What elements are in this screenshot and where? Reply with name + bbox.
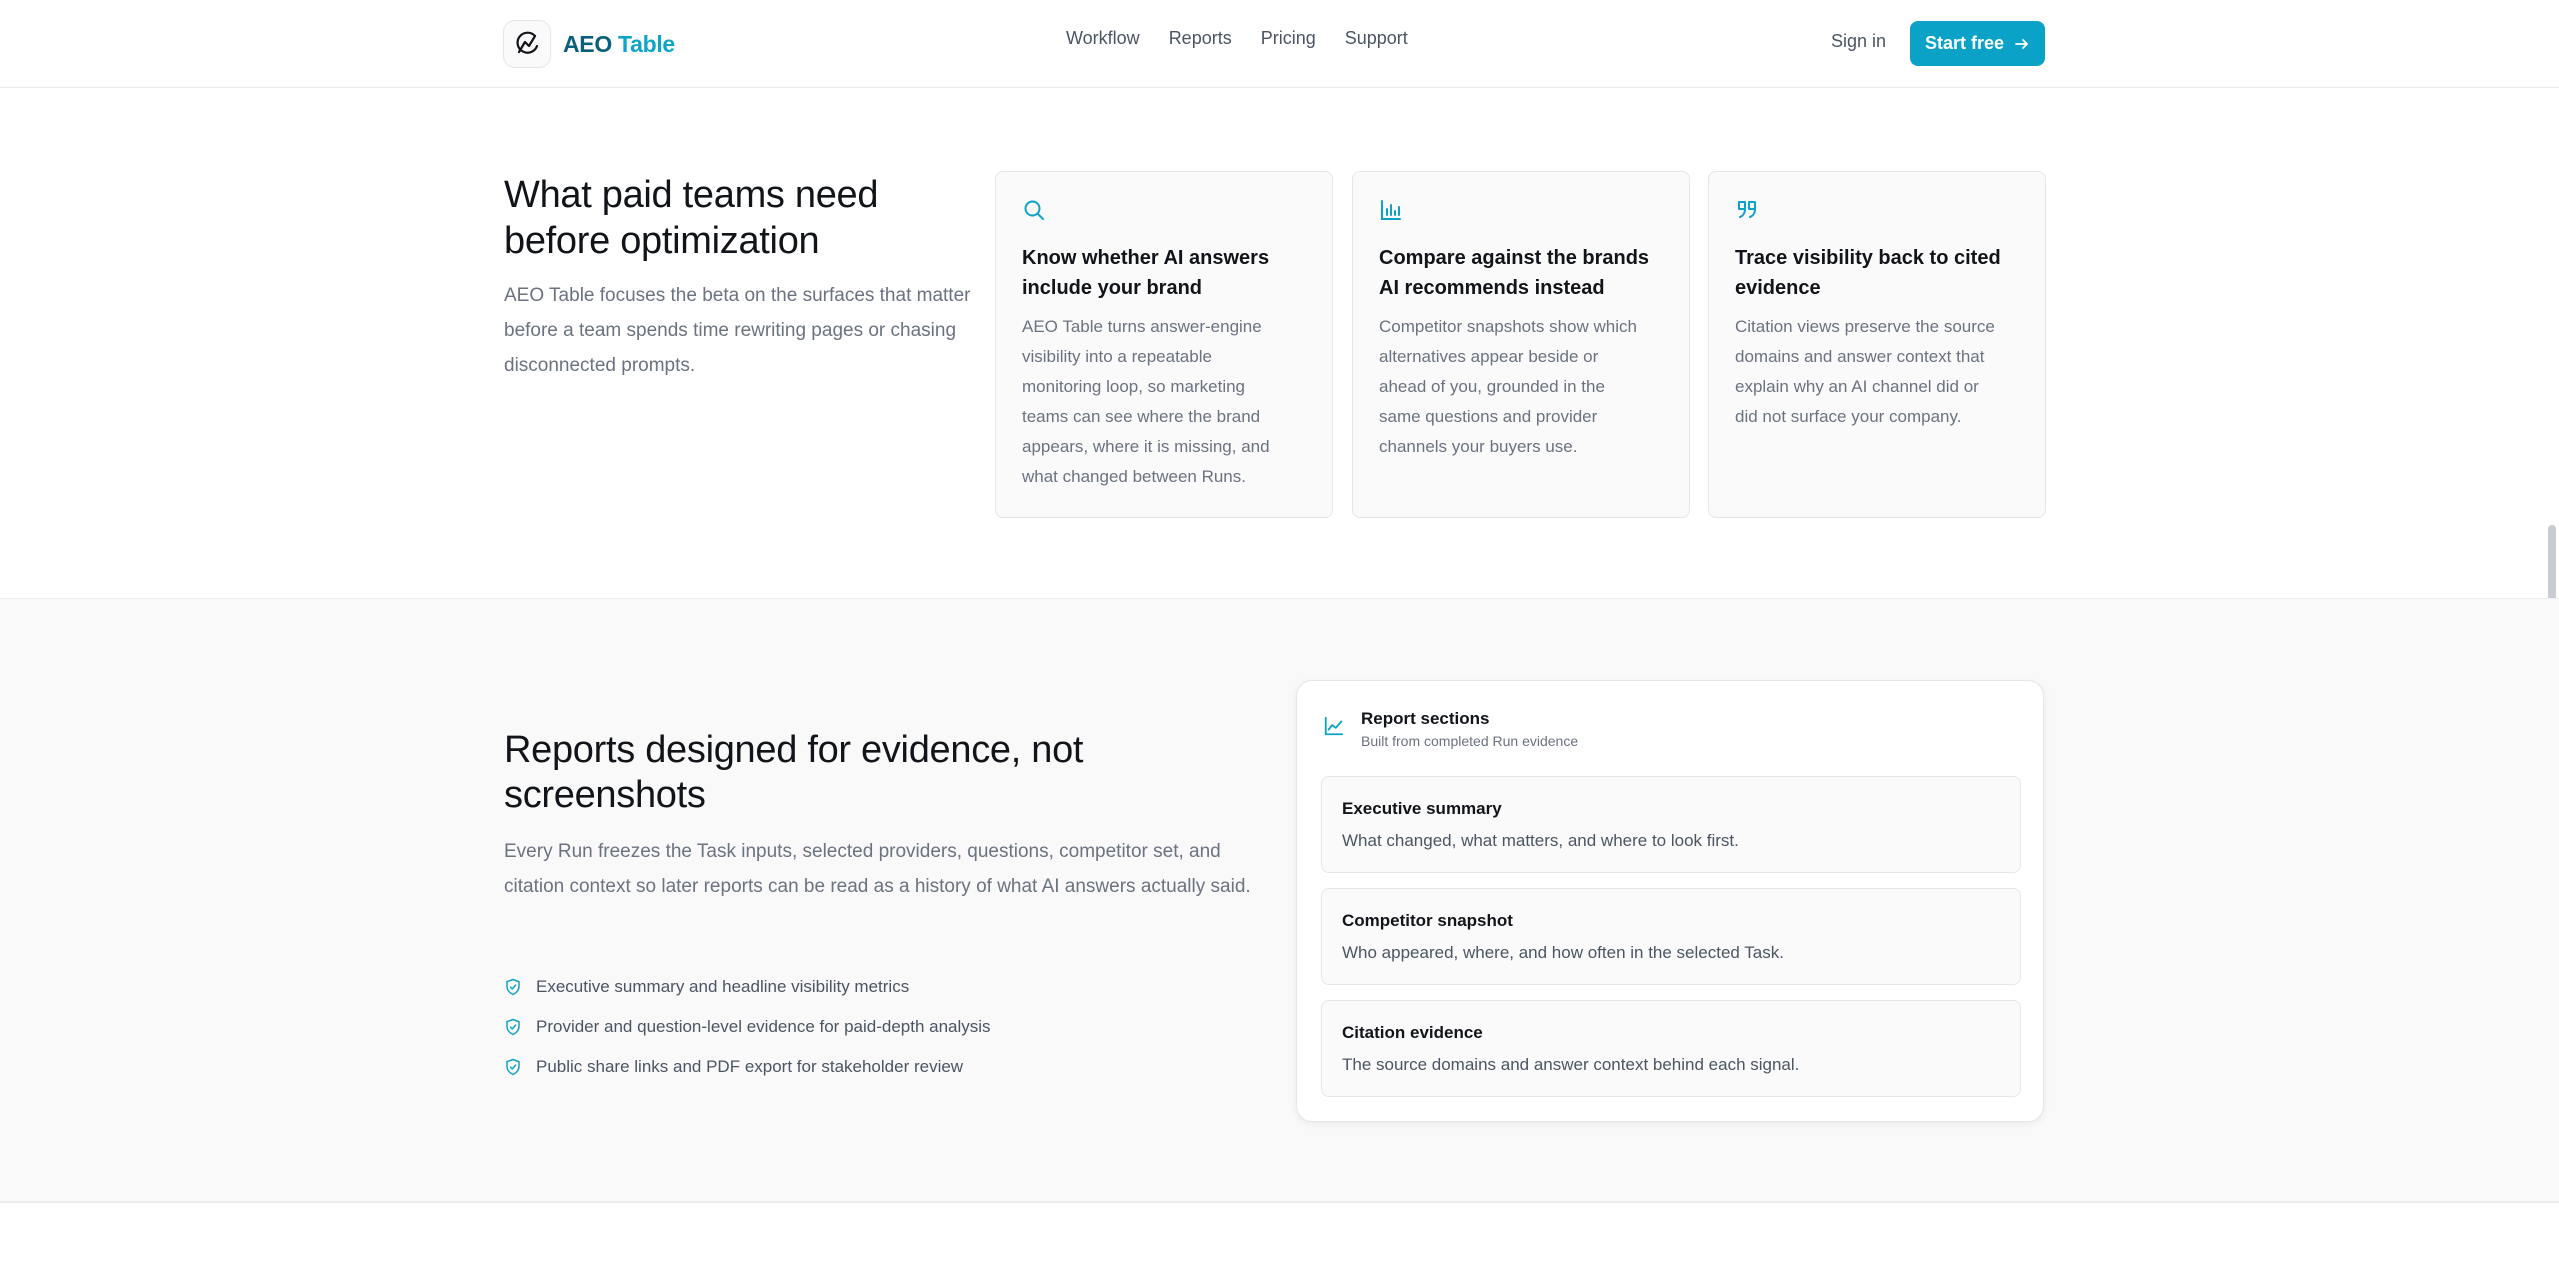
report-section-item: Citation evidence The source domains and… [1321, 1000, 2021, 1097]
report-section-title: Competitor snapshot [1342, 911, 1513, 930]
sign-in-link[interactable]: Sign in [1831, 31, 1886, 52]
feature-card-competitors: Compare against the brands AI recommends… [1352, 171, 1690, 518]
nav-reports[interactable]: Reports [1169, 28, 1232, 49]
main-nav: Workflow Reports Pricing Support [1066, 28, 1408, 49]
reports-section [0, 598, 2559, 1202]
card-title: Know whether AI answers include your bra… [1022, 247, 1270, 299]
logo-text: AEO Table [563, 30, 675, 57]
checklist-item: Executive summary and headline visibilit… [504, 967, 991, 1007]
report-section-item: Competitor snapshot Who appeared, where,… [1321, 888, 2021, 985]
shield-check-icon [506, 978, 520, 996]
line-chart-icon [1324, 716, 1344, 736]
card-body: AEO Table turns answer-engine visibility… [1022, 317, 1270, 486]
feature-card-brand: Know whether AI answers include your bra… [995, 171, 1333, 518]
start-free-label: Start free [1924, 33, 2005, 53]
report-section-desc: The source domains and answer context be… [1342, 1055, 1800, 1074]
panel-title: Report sections [1361, 709, 1490, 728]
quote-icon [1738, 201, 1756, 218]
section-divider [0, 1202, 2559, 1203]
report-section-title: Executive summary [1342, 799, 1502, 818]
bar-chart-icon [1381, 200, 1401, 220]
section-title-paid-teams: What paid teams need before optimization [504, 174, 879, 262]
feature-card-citations: Trace visibility back to cited evidence … [1708, 171, 2046, 518]
card-title: Trace visibility back to cited evidence [1735, 247, 2001, 299]
report-sections-panel: Report sections Built from completed Run… [1296, 680, 2044, 1122]
feature-checklist: Executive summary and headline visibilit… [504, 967, 991, 1087]
card-title: Compare against the brands AI recommends… [1379, 247, 1650, 299]
nav-support[interactable]: Support [1345, 28, 1408, 49]
checklist-item: Provider and question-level evidence for… [504, 1007, 991, 1047]
section-description: AEO Table focuses the beta on the surfac… [504, 285, 971, 376]
logo-link[interactable]: AEO Table [503, 20, 675, 68]
checklist-text: Public share links and PDF export for st… [536, 1057, 964, 1076]
report-section-desc: What changed, what matters, and where to… [1342, 831, 1739, 850]
checklist-text: Provider and question-level evidence for… [536, 1017, 991, 1036]
panel-header: Report sections Built from completed Run… [1323, 709, 1578, 749]
nav-pricing[interactable]: Pricing [1261, 28, 1316, 49]
card-body: Citation views preserve the source domai… [1735, 317, 1995, 426]
shield-check-icon [506, 1018, 520, 1036]
nav-workflow[interactable]: Workflow [1066, 28, 1140, 49]
shield-check-icon [506, 1058, 520, 1076]
card-body: Competitor snapshots show which alternat… [1379, 317, 1637, 456]
section-title-reports: Reports designed for evidence, not scree… [504, 729, 1084, 816]
reports-description: Every Run freezes the Task inputs, selec… [504, 841, 1251, 897]
search-icon [1024, 200, 1044, 220]
report-section-title: Citation evidence [1342, 1023, 1483, 1042]
panel-subtitle: Built from completed Run evidence [1361, 733, 1579, 749]
site-header: AEO Table Workflow Reports Pricing Suppo… [0, 0, 2559, 88]
report-section-item: Executive summary What changed, what mat… [1321, 776, 2021, 873]
checklist-item: Public share links and PDF export for st… [504, 1047, 991, 1087]
arrow-right-icon [2015, 38, 2028, 49]
start-free-button[interactable]: Start free [1910, 21, 2045, 66]
logo-icon [503, 20, 551, 68]
checklist-text: Executive summary and headline visibilit… [536, 977, 910, 996]
report-section-desc: Who appeared, where, and how often in th… [1342, 943, 1784, 962]
